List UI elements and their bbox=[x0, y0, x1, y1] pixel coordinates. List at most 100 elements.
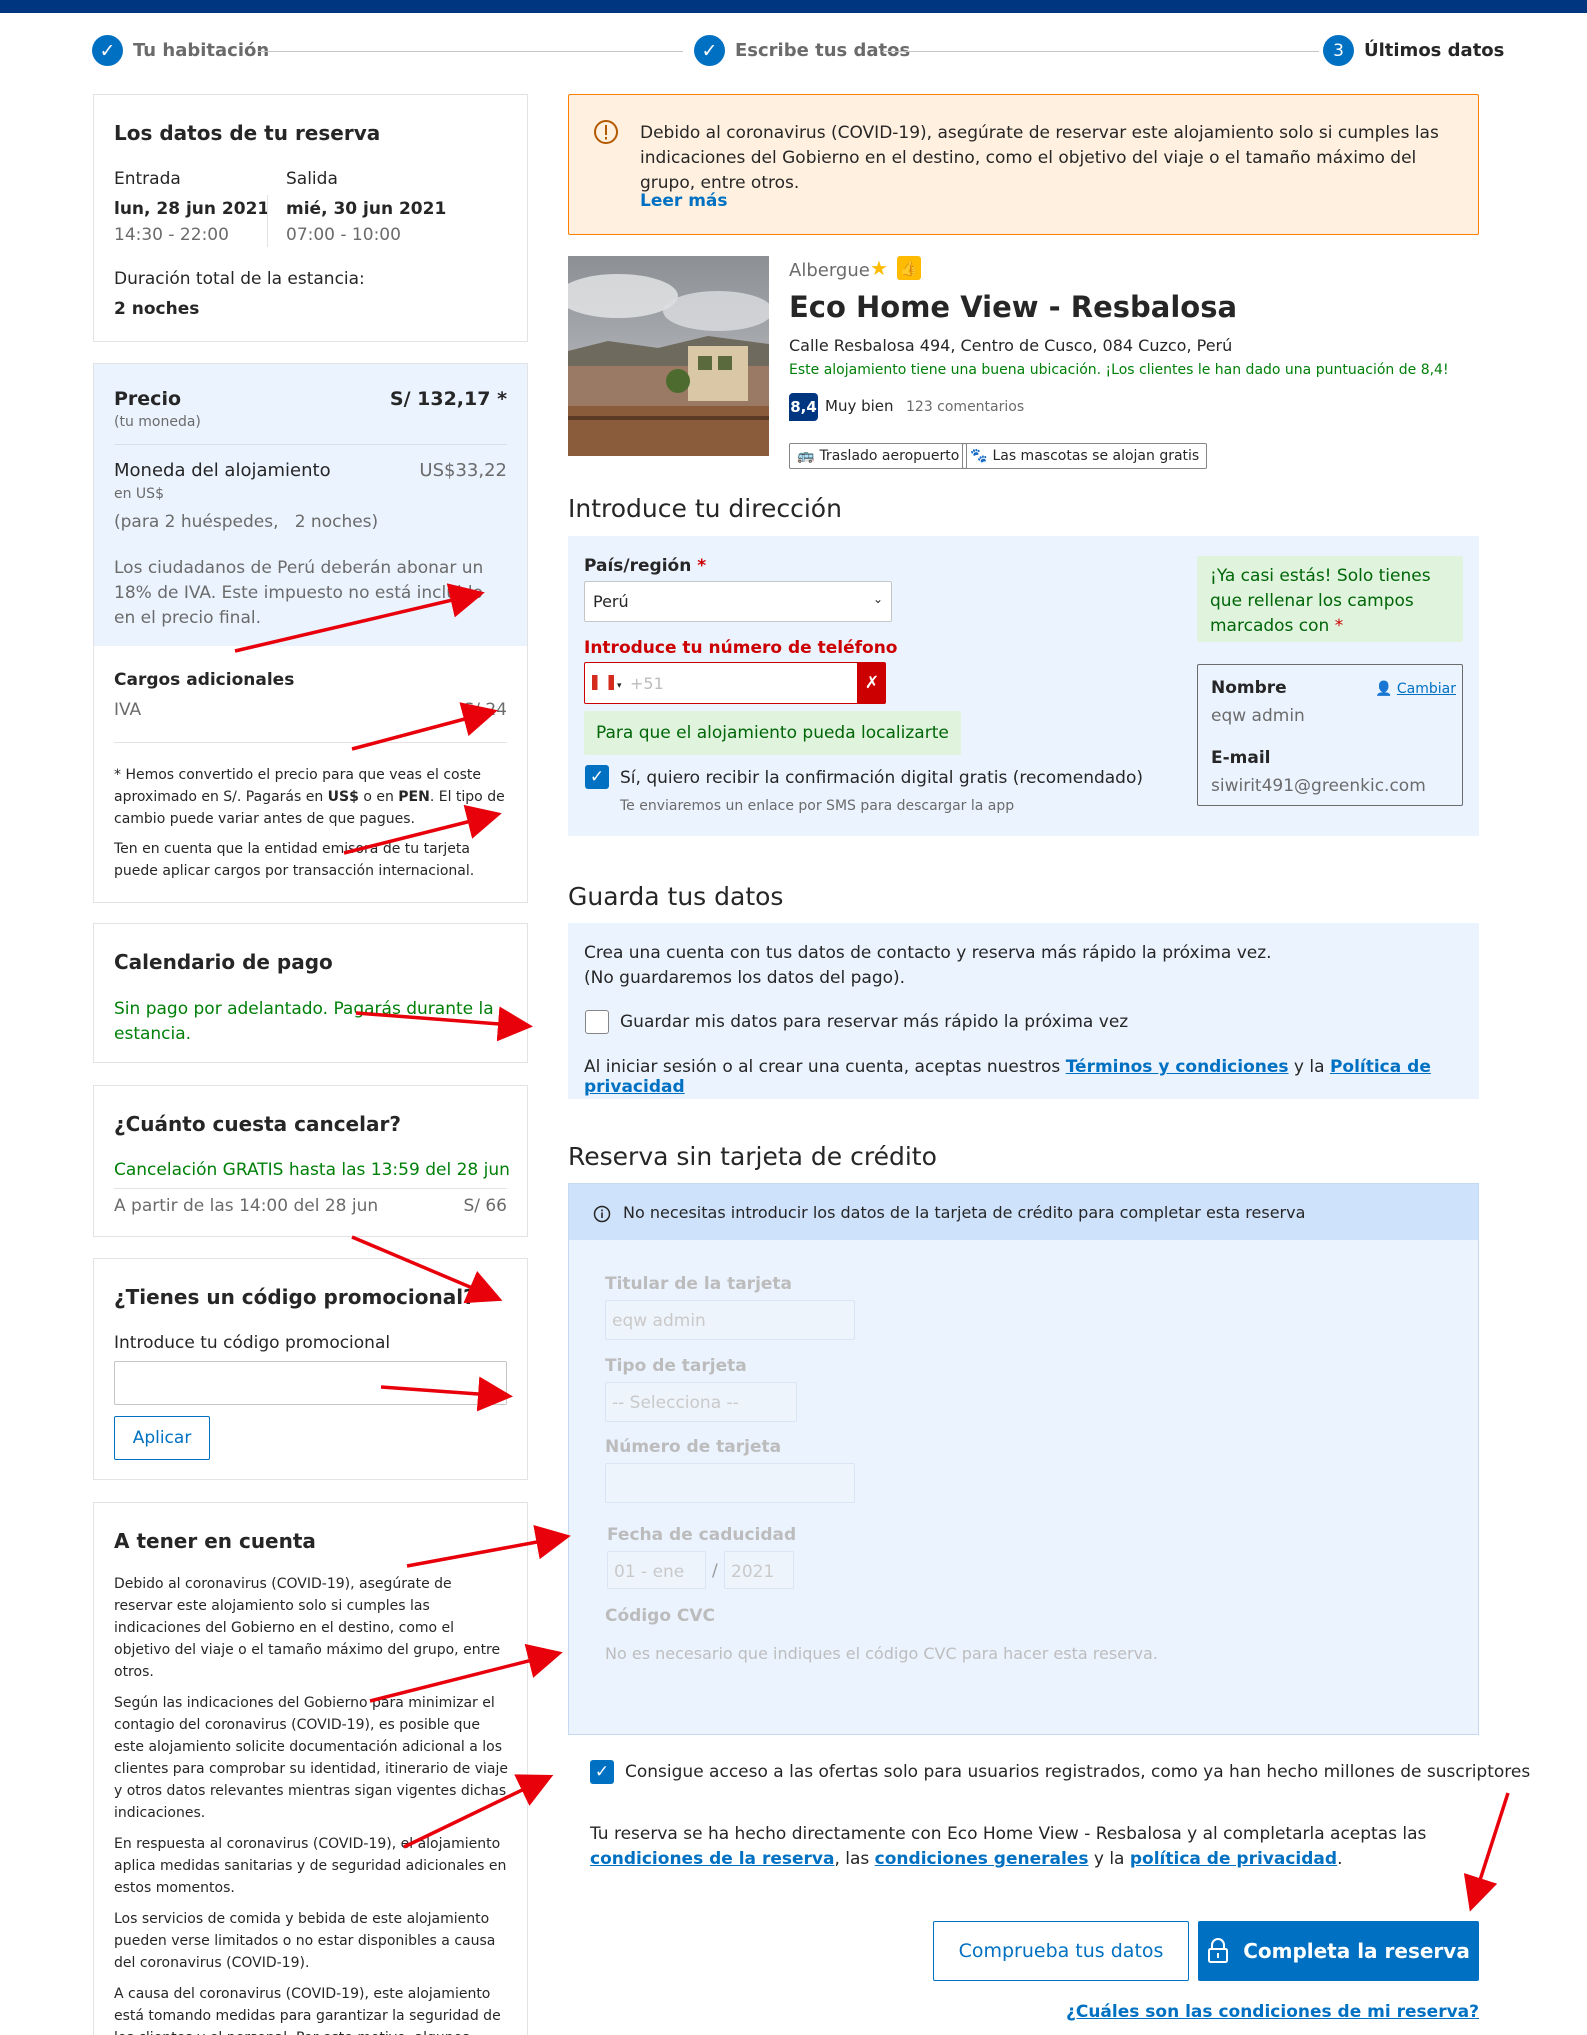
duration-value: 2 noches bbox=[114, 299, 200, 319]
almost-done-note: ¡Ya casi estás! Solo tienes que rellenar… bbox=[1197, 556, 1463, 642]
promo-title: ¿Tienes un código promocional? bbox=[114, 1285, 475, 1309]
offers-checkbox[interactable]: ✓ bbox=[590, 1760, 614, 1784]
phone-placeholder: +51 bbox=[630, 674, 664, 693]
price-card: Precio S/ 132,17 * (tu moneda) Moneda de… bbox=[93, 363, 528, 903]
read-more-link[interactable]: Leer más bbox=[640, 191, 728, 211]
check-details-button[interactable]: Comprueba tus datos bbox=[933, 1921, 1189, 1981]
review-count: 123 comentarios bbox=[906, 399, 1025, 415]
local-currency-label: Moneda del alojamiento bbox=[114, 460, 331, 481]
chevron-down-icon: ⌄ bbox=[872, 592, 883, 606]
info-icon bbox=[593, 1205, 611, 1223]
name-label: Nombre bbox=[1211, 678, 1287, 698]
no-card-info-text: No necesitas introducir los datos de la … bbox=[623, 1203, 1306, 1222]
canada-flag-icon[interactable] bbox=[592, 675, 614, 690]
note-paragraph: En respuesta al coronavirus (COVID-19), … bbox=[114, 1836, 507, 1896]
promo-card: ¿Tienes un código promocional? Introduce… bbox=[93, 1258, 528, 1480]
sms-confirmation-checkbox[interactable]: ✓ bbox=[585, 765, 609, 789]
complete-booking-button[interactable]: Completa la reserva bbox=[1198, 1921, 1479, 1981]
booking-conditions-faq-link[interactable]: ¿Cuáles son las condiciones de mi reserv… bbox=[1066, 2002, 1479, 2022]
annotation-arrow bbox=[1463, 1792, 1510, 1912]
expiry-label: Fecha de caducidad bbox=[607, 1525, 797, 1545]
reservation-title: Los datos de tu reserva bbox=[114, 121, 381, 145]
step-1-check-icon: ✓ bbox=[92, 35, 123, 66]
name-value: eqw admin bbox=[1211, 706, 1305, 726]
save-data-title: Guarda tus datos bbox=[568, 882, 784, 911]
cvc-note: No es necesario que indiques el código C… bbox=[605, 1644, 1158, 1663]
promo-label: Introduce tu código promocional bbox=[114, 1333, 391, 1353]
card-number-label: Número de tarjeta bbox=[605, 1437, 782, 1457]
phone-label: Introduce tu número de teléfono bbox=[584, 638, 898, 658]
country-select[interactable]: Perú ⌄ bbox=[584, 581, 892, 622]
star-icon: ★ bbox=[870, 256, 888, 280]
sms-confirmation-label: Sí, quiero recibir la confirmación digit… bbox=[620, 768, 1143, 788]
address-form: País/región * Perú ⌄ Introduce tu número … bbox=[568, 536, 1479, 836]
caret-down-icon[interactable]: ▾ bbox=[617, 681, 622, 691]
expiry-separator: / bbox=[712, 1561, 718, 1581]
checkin-time: 14:30 - 22:00 bbox=[114, 225, 229, 245]
privacy-policy-link[interactable]: política de privacidad bbox=[1130, 1849, 1337, 1869]
change-user-link[interactable]: 👤 Cambiar bbox=[1375, 681, 1456, 697]
address-section-title: Introduce tu dirección bbox=[568, 494, 842, 523]
apply-promo-button[interactable]: Aplicar bbox=[114, 1416, 210, 1460]
error-icon: ✗ bbox=[858, 662, 886, 704]
note-paragraph: Según las indicaciones del Gobierno para… bbox=[114, 1695, 509, 1821]
notes-card: A tener en cuenta Debido al coronavirus … bbox=[93, 1502, 528, 2035]
account-legal-text: Al iniciar sesión o al crear una cuenta,… bbox=[584, 1057, 1431, 1097]
currency-note: (tu moneda) bbox=[114, 414, 201, 430]
expiry-month-select[interactable]: 01 - ene bbox=[607, 1551, 706, 1589]
divider bbox=[114, 1188, 507, 1189]
step-3-label: Últimos datos bbox=[1364, 40, 1505, 61]
guests-nights: (para 2 huéspedes, 2 noches) bbox=[114, 512, 379, 532]
notes-body: Debido al coronavirus (COVID-19), asegúr… bbox=[114, 1573, 509, 2035]
terms-link[interactable]: Términos y condiciones bbox=[1066, 1057, 1289, 1077]
promo-code-input[interactable] bbox=[114, 1361, 507, 1405]
general-conditions-link[interactable]: condiciones generales bbox=[875, 1849, 1089, 1869]
booking-conditions-link[interactable]: condiciones de la reserva bbox=[590, 1849, 834, 1869]
user-icon: 👤 bbox=[1375, 681, 1393, 697]
checkin-label: Entrada bbox=[114, 169, 181, 189]
duration-label: Duración total de la estancia: bbox=[114, 269, 365, 289]
facility-pets: 🐾 Las mascotas se alojan gratis bbox=[962, 443, 1208, 469]
cancellation-fee: S/ 66 bbox=[463, 1196, 507, 1216]
step-2-check-icon: ✓ bbox=[694, 35, 725, 66]
phone-input[interactable]: ▾ +51 bbox=[584, 662, 858, 704]
save-data-text-1: Crea una cuenta con tus datos de contact… bbox=[584, 943, 1272, 963]
user-details-card: Nombre 👤 Cambiar eqw admin E-mail siwiri… bbox=[1197, 664, 1463, 806]
offers-checkbox-label: Consigue acceso a las ofertas solo para … bbox=[625, 1762, 1531, 1782]
email-label: E-mail bbox=[1211, 748, 1271, 768]
paw-icon: 🐾 bbox=[970, 448, 988, 464]
save-data-checkbox[interactable] bbox=[585, 1010, 609, 1034]
cancellation-title: ¿Cuánto cuesta cancelar? bbox=[114, 1112, 401, 1136]
note-paragraph: A causa del coronavirus (COVID-19), este… bbox=[114, 1986, 501, 2035]
price-label: Precio bbox=[114, 388, 182, 410]
expiry-year-select[interactable]: 2021 bbox=[724, 1551, 794, 1589]
cancellation-card: ¿Cuánto cuesta cancelar? Cancelación GRA… bbox=[93, 1085, 528, 1237]
checkin-date: lun, 28 jun 2021 bbox=[114, 199, 270, 219]
no-card-info-bar: No necesitas introducir los datos de la … bbox=[569, 1184, 1478, 1240]
covid-banner: Debido al coronavirus (COVID-19), asegúr… bbox=[568, 94, 1479, 235]
step-3-number: 3 bbox=[1323, 35, 1354, 66]
shuttle-icon: 🚌 bbox=[797, 448, 815, 464]
save-data-checkbox-label: Guardar mis datos para reservar más rápi… bbox=[620, 1012, 1129, 1032]
checkout-date: mié, 30 jun 2021 bbox=[286, 199, 447, 219]
extra-value: S/ 24 bbox=[463, 700, 507, 720]
local-currency-sub: en US$ bbox=[114, 486, 164, 502]
save-data-text-2: (No guardaremos los datos del pago). bbox=[584, 968, 906, 988]
info-circle-icon bbox=[594, 120, 618, 144]
card-number-input[interactable] bbox=[605, 1463, 855, 1503]
save-data-box: Crea una cuenta con tus datos de contact… bbox=[568, 923, 1479, 1099]
note-paragraph: Debido al coronavirus (COVID-19), asegúr… bbox=[114, 1576, 501, 1680]
cancellation-after: A partir de las 14:00 del 28 jun bbox=[114, 1196, 379, 1216]
card-type-select[interactable]: -- Selecciona -- bbox=[605, 1382, 797, 1422]
checkout-label: Salida bbox=[286, 169, 338, 189]
note-paragraph: Los servicios de comida y bebida de este… bbox=[114, 1911, 496, 1971]
email-value: siwirit491@greenkic.com bbox=[1211, 776, 1426, 796]
property-type: Albergue bbox=[789, 260, 870, 281]
top-brand-bar bbox=[0, 0, 1587, 13]
payment-schedule-text: Sin pago por adelantado. Pagarás durante… bbox=[114, 999, 494, 1044]
phone-hint: Para que el alojamiento pueda localizart… bbox=[584, 711, 961, 755]
card-type-label: Tipo de tarjeta bbox=[605, 1356, 747, 1376]
step-divider bbox=[258, 51, 683, 52]
card-holder-input[interactable]: eqw admin bbox=[605, 1300, 855, 1340]
review-score-word: Muy bien bbox=[825, 397, 894, 415]
